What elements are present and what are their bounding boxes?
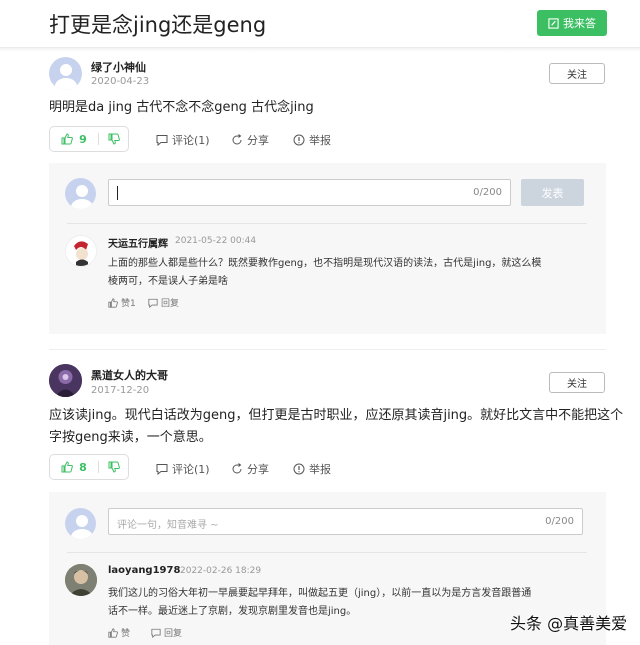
share-icon <box>232 463 242 474</box>
divider <box>67 223 587 224</box>
comment-input-placeholder: 评论一句，知音难寻 ~ <box>117 520 219 531</box>
upvote-button[interactable]: 9 <box>50 127 98 151</box>
upvote-count: 9 <box>79 132 87 146</box>
answer-separator <box>49 349 606 350</box>
reply-avatar-image <box>66 236 96 266</box>
thumbs-up-icon <box>108 627 118 638</box>
comment-icon <box>151 628 161 638</box>
report-button[interactable]: 举报 <box>293 132 331 148</box>
reply-avatar-image <box>65 564 97 596</box>
reply-date: 2021-05-22 00:44 <box>175 236 257 246</box>
comment-icon <box>148 298 158 308</box>
report-label: 举报 <box>309 134 331 147</box>
char-count: 0/200 <box>473 187 502 198</box>
answer-content-line-2: 字按geng来读，一个意思。 <box>49 430 212 445</box>
reply-author[interactable]: 天运五行属辉 <box>108 235 168 250</box>
comment-icon <box>156 464 168 475</box>
report-button[interactable]: 举报 <box>293 461 331 477</box>
my-avatar <box>65 178 96 209</box>
answer-author[interactable]: 绿了小神仙 <box>91 59 146 75</box>
answer-date: 2020-04-23 <box>91 76 150 87</box>
comment-button[interactable]: 评论(1) <box>156 132 210 148</box>
report-icon <box>293 134 305 146</box>
divider <box>67 552 587 553</box>
comment-label: 评论(1) <box>172 134 210 147</box>
reply-like-label: 赞1 <box>121 299 136 309</box>
reply-avatar[interactable] <box>65 564 97 596</box>
thumbs-down-icon <box>108 133 120 145</box>
share-button[interactable]: 分享 <box>231 461 269 477</box>
comment-input[interactable]: 评论一句，知音难寻 ~ 0/200 <box>108 508 583 535</box>
reply-reply-button[interactable]: 回复 <box>148 296 179 309</box>
comment-panel: 0/200 发表 天运五行属辉 2021-05-22 00:44 上面的那些人都… <box>49 163 606 334</box>
publish-button[interactable]: 发表 <box>521 179 584 206</box>
comment-label: 评论(1) <box>172 463 210 476</box>
thumbs-up-icon <box>108 297 118 308</box>
answer-content: 明明是da jing 古代不念不念geng 古代念jing <box>49 100 314 115</box>
comment-input[interactable]: 0/200 <box>108 179 511 206</box>
vote-box: 9 <box>49 126 129 152</box>
thumbs-up-icon <box>61 133 74 145</box>
follow-button[interactable]: 关注 <box>549 63 605 84</box>
comment-button[interactable]: 评论(1) <box>156 461 210 477</box>
reply-text-line-1: 上面的那些人都是些什么？既然要教作geng，也不指明是现代汉语的读法，古代是ji… <box>108 258 542 269</box>
share-label: 分享 <box>247 463 269 476</box>
share-icon <box>232 134 242 145</box>
reply-author[interactable]: laoyang1978 <box>108 565 180 576</box>
reply-reply-label: 回复 <box>164 629 183 639</box>
reply-reply-label: 回复 <box>161 299 180 309</box>
upvote-count: 8 <box>79 460 87 474</box>
upvote-button[interactable]: 8 <box>50 455 98 479</box>
downvote-button[interactable] <box>99 461 128 473</box>
text-caret <box>117 186 118 200</box>
avatar[interactable] <box>49 364 82 397</box>
reply-reply-button[interactable]: 回复 <box>151 626 182 639</box>
watermark: 头条 @真善美爱 <box>510 614 628 633</box>
reply-like-label: 赞 <box>121 629 131 639</box>
reply-text-line-1: 我们这儿的习俗大年初一早晨要起早拜年，叫做起五更（jing），以前一直以为是方言… <box>108 588 532 599</box>
share-button[interactable]: 分享 <box>231 132 269 148</box>
vote-box: 8 <box>49 454 129 480</box>
reply-date: 2022-02-26 18:29 <box>180 566 262 576</box>
reply-text-line-2: 话不一样。最近迷上了京剧，发现京剧里发音也是jing。 <box>108 606 357 617</box>
thumbs-down-icon <box>108 461 120 473</box>
reply-like-button[interactable]: 赞1 <box>108 296 136 309</box>
answer-button-label: 我来答 <box>563 17 596 30</box>
answer-button[interactable]: 我来答 <box>537 10 607 36</box>
char-count: 0/200 <box>545 516 574 527</box>
question-title: 打更是念jing还是geng <box>49 13 267 37</box>
avatar[interactable] <box>49 57 82 90</box>
question-header: 打更是念jing还是geng 我来答 <box>0 0 640 48</box>
follow-button[interactable]: 关注 <box>549 372 605 393</box>
answer-date: 2017-12-20 <box>91 385 150 396</box>
answer-content-line-1: 应该读jing。现代白话改为geng，但打更是古时职业，应还原其读音jing。就… <box>49 408 624 423</box>
comment-icon <box>156 135 168 146</box>
avatar-image <box>49 364 82 397</box>
report-label: 举报 <box>309 463 331 476</box>
answer-author[interactable]: 黑道女人的大哥 <box>91 367 168 383</box>
thumbs-up-icon <box>61 461 74 473</box>
report-icon <box>293 463 305 475</box>
reply-avatar[interactable] <box>65 235 97 267</box>
reply-text-line-2: 棱两可，不是误人子弟是啥 <box>108 276 228 287</box>
share-label: 分享 <box>247 134 269 147</box>
reply-like-button[interactable]: 赞 <box>108 626 130 639</box>
downvote-button[interactable] <box>99 133 128 145</box>
my-avatar <box>65 508 96 539</box>
header-shadow <box>0 48 640 52</box>
edit-icon <box>548 17 559 29</box>
